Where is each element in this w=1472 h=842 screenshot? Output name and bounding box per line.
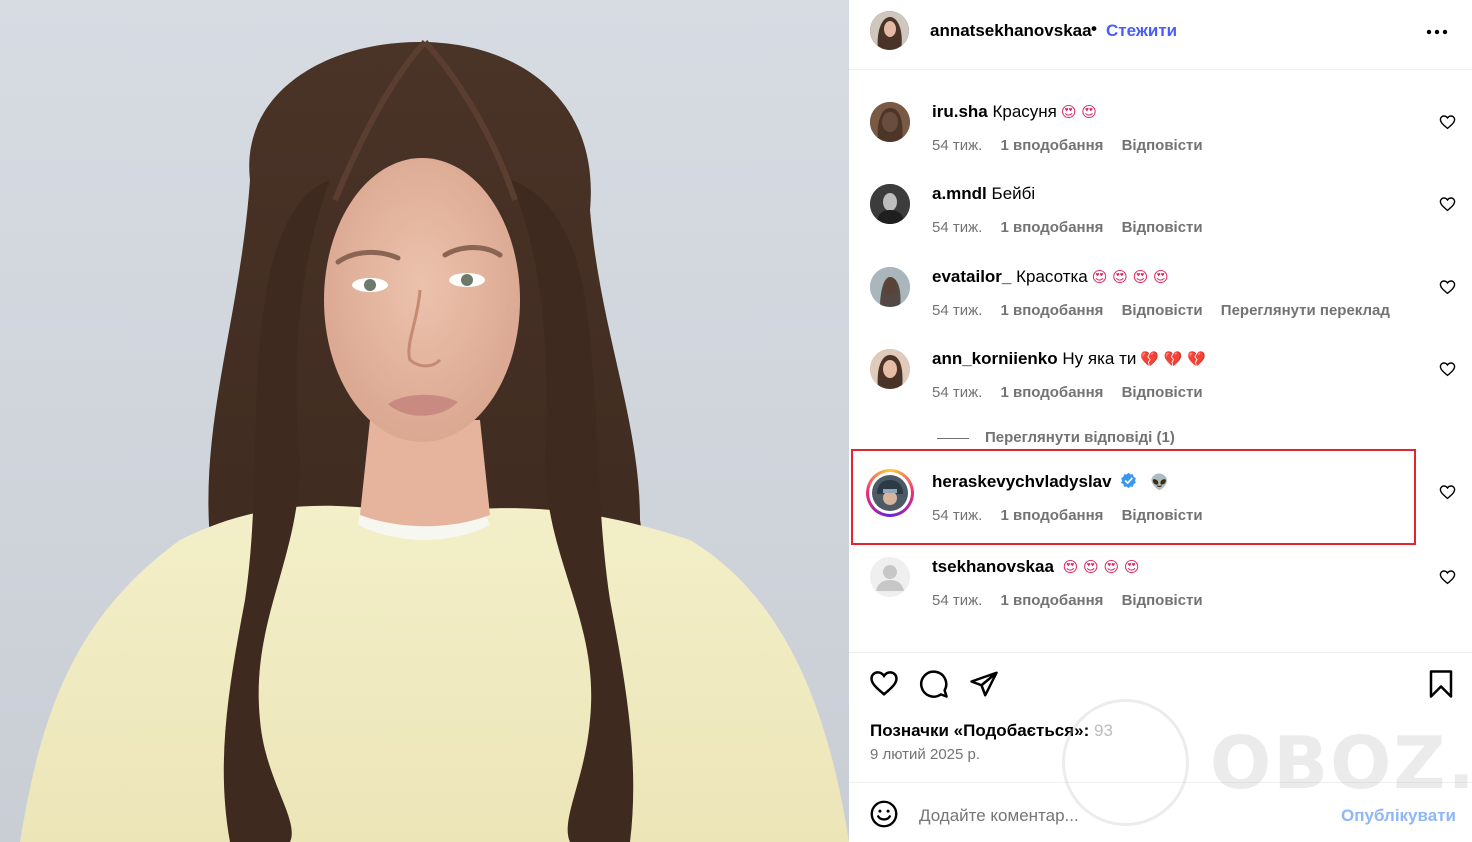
post-sidebar: annatsekhanovskaa • Стежити iru.sha Крас… <box>849 0 1472 842</box>
like-comment-heart-icon[interactable] <box>1439 361 1456 377</box>
comment-body: Бейбі <box>991 184 1036 203</box>
like-comment-heart-icon[interactable] <box>1439 484 1456 500</box>
follow-button[interactable]: Стежити <box>1106 21 1177 41</box>
comment-body: Красуня <box>992 102 1057 121</box>
commenter-avatar[interactable] <box>870 184 910 224</box>
comment-item: iru.sha Красуня 😍 😍 54 тиж. 1 вподобання … <box>849 102 1472 182</box>
comment-text: evatailor_ Красотка 😍 😍 😍 😍 <box>932 267 1169 287</box>
emoji-smiley-icon[interactable] <box>870 800 898 828</box>
comment-emoji: 💔 💔 💔 <box>1140 350 1206 368</box>
commenter-username[interactable]: a.mndl <box>932 184 987 203</box>
reply-button[interactable]: Відповісти <box>1122 507 1203 524</box>
comment-item: ann_korniienko Ну яка ти 💔 💔 💔 54 тиж. 1 … <box>849 349 1472 429</box>
comment-likes[interactable]: 1 вподобання <box>1000 137 1103 154</box>
commenter-username[interactable]: heraskevychvladyslav <box>932 472 1112 491</box>
comment-likes[interactable]: 1 вподобання <box>1000 507 1103 524</box>
commenter-avatar-default[interactable] <box>870 557 910 597</box>
comment-age: 54 тиж. <box>932 302 983 319</box>
post-photo <box>0 0 849 842</box>
see-translation-button[interactable]: Переглянути переклад <box>1221 302 1390 319</box>
like-comment-heart-icon[interactable] <box>1439 114 1456 130</box>
portrait-image <box>20 39 849 842</box>
add-comment-bar: Опублікувати <box>849 782 1472 842</box>
likes-summary[interactable]: Позначки «Подобається»: 93 <box>870 721 1113 741</box>
view-replies-button[interactable]: Переглянути відповіді (1) <box>937 429 1175 446</box>
like-comment-heart-icon[interactable] <box>1439 279 1456 295</box>
separator-dot: • <box>1091 19 1097 38</box>
author-avatar[interactable] <box>870 11 909 50</box>
comment-likes[interactable]: 1 вподобання <box>1000 384 1103 401</box>
more-options-icon[interactable] <box>1425 22 1449 42</box>
comment-emoji: 😍 😍 <box>1060 103 1097 121</box>
view-replies-label: Переглянути відповіді (1) <box>985 429 1175 446</box>
comment-meta: 54 тиж. 1 вподобання Відповісти Переглян… <box>932 302 1404 319</box>
comment-emoji: 👽 <box>1150 473 1169 491</box>
comment-text: heraskevychvladyslav 👽 <box>932 472 1169 492</box>
replies-divider <box>937 437 969 439</box>
comment-body: Ну яка ти <box>1062 349 1137 368</box>
commenter-avatar[interactable] <box>870 349 910 389</box>
commenter-username[interactable]: ann_korniienko <box>932 349 1058 368</box>
comment-age: 54 тиж. <box>932 592 983 609</box>
comment-meta: 54 тиж. 1 вподобання Відповісти <box>932 384 1217 401</box>
like-comment-heart-icon[interactable] <box>1439 196 1456 212</box>
comment-item: a.mndl Бейбі 54 тиж. 1 вподобання Відпов… <box>849 184 1472 264</box>
comment-item: tsekhanovskaa 😍 😍 😍 😍 54 тиж. 1 вподобан… <box>849 557 1472 637</box>
share-send-icon[interactable] <box>969 669 999 699</box>
comment-meta: 54 тиж. 1 вподобання Відповісти <box>932 507 1217 524</box>
commenter-avatar[interactable] <box>870 267 910 307</box>
comment-likes[interactable]: 1 вподобання <box>1000 219 1103 236</box>
comment-item: heraskevychvladyslav 👽 54 тиж. 1 вподоба… <box>849 469 1472 552</box>
comment-meta: 54 тиж. 1 вподобання Відповісти <box>932 592 1217 609</box>
comment-age: 54 тиж. <box>932 137 983 154</box>
post-actions-bar <box>849 652 1472 716</box>
comment-text: tsekhanovskaa 😍 😍 😍 😍 <box>932 557 1140 577</box>
commenter-username[interactable]: tsekhanovskaa <box>932 557 1054 576</box>
comment-text: ann_korniienko Ну яка ти 💔 💔 💔 <box>932 349 1206 369</box>
comment-age: 54 тиж. <box>932 219 983 236</box>
comment-text: a.mndl Бейбі <box>932 184 1035 204</box>
likes-count: 93 <box>1094 721 1113 740</box>
comment-input[interactable] <box>919 806 1219 826</box>
comment-text: iru.sha Красуня 😍 😍 <box>932 102 1097 122</box>
save-bookmark-icon[interactable] <box>1427 669 1455 699</box>
comment-emoji: 😍 😍 😍 😍 <box>1091 268 1169 286</box>
comment-emoji: 😍 😍 😍 😍 <box>1062 558 1140 576</box>
comment-likes[interactable]: 1 вподобання <box>1000 302 1103 319</box>
commenter-username[interactable]: iru.sha <box>932 102 988 121</box>
reply-button[interactable]: Відповісти <box>1122 219 1203 236</box>
comment-item: evatailor_ Красотка 😍 😍 😍 😍 54 тиж. 1 впо… <box>849 267 1472 347</box>
comment-meta: 54 тиж. 1 вподобання Відповісти <box>932 137 1217 154</box>
post-date: 9 лютий 2025 р. <box>870 746 981 763</box>
commenter-avatar[interactable] <box>870 102 910 142</box>
comment-likes[interactable]: 1 вподобання <box>1000 592 1103 609</box>
reply-button[interactable]: Відповісти <box>1122 384 1203 401</box>
post-header: annatsekhanovskaa • Стежити <box>849 0 1472 70</box>
comment-bubble-icon[interactable] <box>919 669 949 699</box>
commenter-username[interactable]: evatailor_ <box>932 267 1011 286</box>
comment-body: Красотка <box>1016 267 1088 286</box>
like-comment-heart-icon[interactable] <box>1439 569 1456 585</box>
commenter-avatar-story-ring[interactable] <box>866 469 914 517</box>
reply-button[interactable]: Відповісти <box>1122 302 1203 319</box>
verified-badge-icon <box>1121 472 1137 489</box>
like-heart-icon[interactable] <box>869 669 899 697</box>
comment-meta: 54 тиж. 1 вподобання Відповісти <box>932 219 1217 236</box>
publish-button[interactable]: Опублікувати <box>1341 806 1456 826</box>
comment-age: 54 тиж. <box>932 384 983 401</box>
likes-label: Позначки «Подобається»: <box>870 721 1090 740</box>
comment-age: 54 тиж. <box>932 507 983 524</box>
reply-button[interactable]: Відповісти <box>1122 137 1203 154</box>
author-username[interactable]: annatsekhanovskaa <box>930 21 1092 41</box>
reply-button[interactable]: Відповісти <box>1122 592 1203 609</box>
